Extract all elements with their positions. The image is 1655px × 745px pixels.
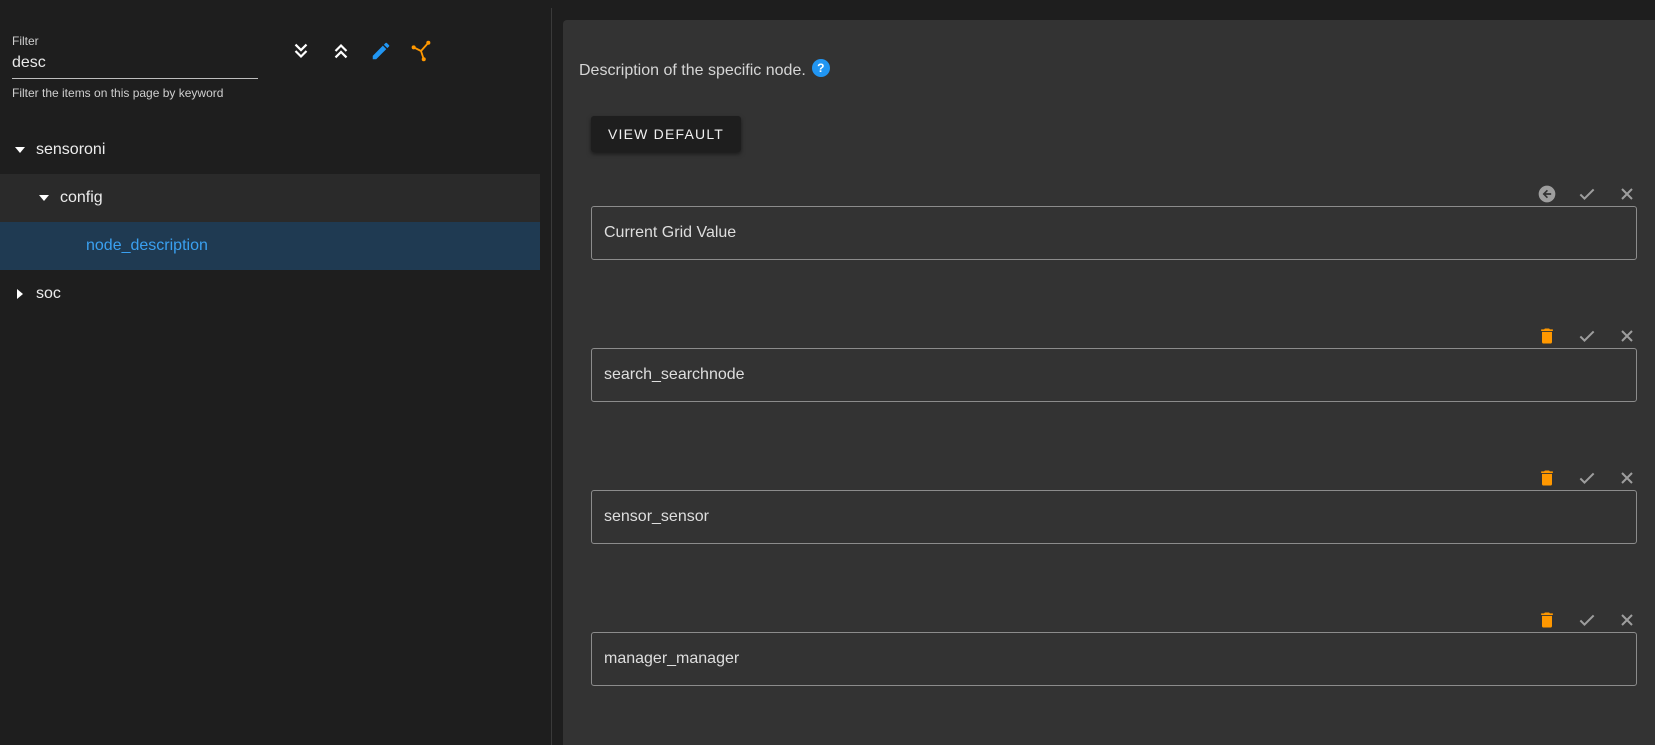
close-icon	[1621, 330, 1633, 342]
settings-tree: sensoroni config node_description soc	[0, 126, 540, 318]
cancel-button[interactable]	[1615, 466, 1639, 490]
check-icon	[1579, 472, 1595, 484]
close-icon	[1621, 472, 1633, 484]
cancel-button[interactable]	[1615, 324, 1639, 348]
tree-item-soc[interactable]: soc	[0, 270, 540, 318]
save-button[interactable]	[1575, 182, 1599, 206]
delete-button[interactable]	[1535, 466, 1559, 490]
expand-all-button[interactable]	[288, 38, 314, 64]
tree-item-label: config	[60, 189, 103, 206]
caret-right-icon[interactable]	[12, 286, 28, 302]
panel-divider[interactable]	[551, 8, 552, 745]
value-input[interactable]	[591, 348, 1637, 402]
help-icon[interactable]: ?	[811, 59, 830, 77]
view-default-button[interactable]: VIEW DEFAULT	[591, 116, 741, 152]
save-button[interactable]	[1575, 466, 1599, 490]
row-actions	[1535, 466, 1639, 490]
edit-button[interactable]	[368, 38, 394, 64]
save-button[interactable]	[1575, 324, 1599, 348]
check-icon	[1579, 614, 1595, 626]
value-input[interactable]	[591, 632, 1637, 686]
check-icon	[1579, 188, 1595, 200]
save-button[interactable]	[1575, 608, 1599, 632]
close-icon	[1621, 188, 1633, 200]
description-text: Description of the specific node.	[579, 62, 806, 79]
value-input[interactable]	[591, 490, 1637, 544]
tree-item-config[interactable]: config	[0, 174, 540, 222]
double-chevron-up-icon	[334, 43, 348, 59]
cancel-button[interactable]	[1615, 608, 1639, 632]
filter-input[interactable]: desc	[12, 54, 258, 79]
row-actions	[1535, 608, 1639, 632]
collapse-all-button[interactable]	[328, 38, 354, 64]
tree-item-label: node_description	[86, 237, 208, 254]
pencil-icon	[372, 42, 390, 60]
tree-item-sensoroni[interactable]: sensoroni	[0, 126, 540, 174]
tree-item-label: sensoroni	[36, 141, 106, 158]
revert-icon	[1538, 185, 1556, 203]
close-icon	[1621, 614, 1633, 626]
delete-button[interactable]	[1535, 608, 1559, 632]
trash-icon	[1541, 470, 1553, 486]
value-input[interactable]	[591, 206, 1637, 260]
tree-toolbar	[288, 38, 434, 64]
delete-button[interactable]	[1535, 324, 1559, 348]
caret-down-icon[interactable]	[36, 190, 52, 206]
trash-icon	[1541, 612, 1553, 628]
tree-item-node-description[interactable]: node_description	[0, 222, 540, 270]
double-chevron-down-icon	[294, 43, 308, 59]
row-actions	[1535, 324, 1639, 348]
cancel-button[interactable]	[1615, 182, 1639, 206]
graph-icon	[411, 40, 431, 62]
filter-hint: Filter the items on this page by keyword	[12, 86, 224, 100]
detail-panel: Description of the specific node. ? VIEW…	[563, 20, 1655, 745]
row-actions	[1535, 182, 1639, 206]
filter-label: Filter	[12, 34, 39, 48]
check-icon	[1579, 330, 1595, 342]
caret-down-icon[interactable]	[12, 142, 28, 158]
tree-item-label: soc	[36, 285, 61, 302]
trash-icon	[1541, 328, 1553, 344]
revert-button[interactable]	[1535, 182, 1559, 206]
advanced-button[interactable]	[408, 38, 434, 64]
settings-sidebar: Filter desc Filter the items on this pag…	[0, 0, 540, 745]
filter-field[interactable]: Filter desc Filter the items on this pag…	[12, 34, 258, 100]
setting-description: Description of the specific node. ?	[579, 59, 830, 80]
